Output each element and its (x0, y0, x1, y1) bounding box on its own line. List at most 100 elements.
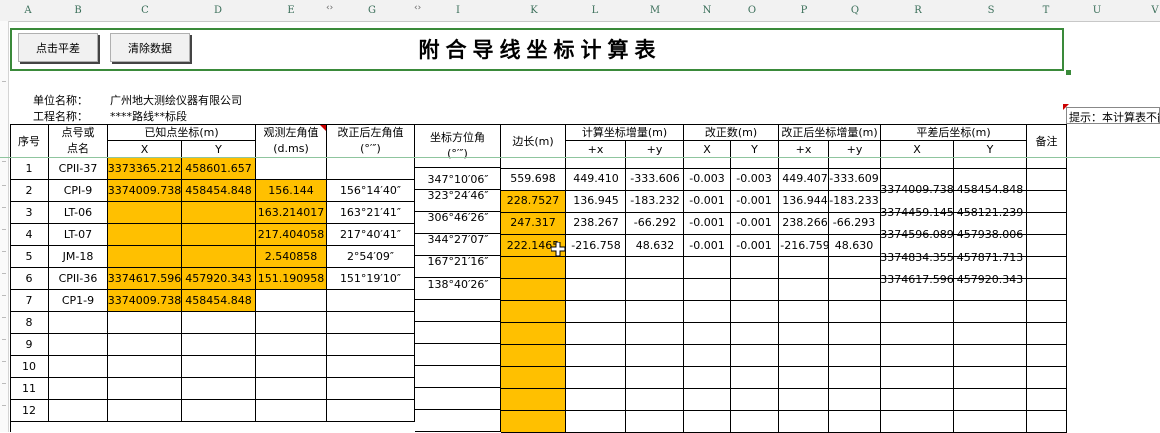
col-header[interactable]: R (914, 5, 922, 16)
known-x-cell[interactable] (108, 400, 182, 422)
final-x-cell[interactable] (881, 345, 954, 367)
point-name-cell[interactable] (49, 334, 108, 356)
final-x-cell[interactable] (881, 411, 954, 433)
note-cell[interactable] (1027, 235, 1067, 257)
observed-angle-cell[interactable]: 2.540858 (256, 246, 327, 268)
adjusted-y-cell[interactable] (829, 301, 881, 323)
final-y-cell[interactable] (954, 345, 1027, 367)
final-y-cell[interactable] (954, 301, 1027, 323)
correction-x-cell[interactable] (684, 323, 731, 345)
correction-y-cell[interactable] (731, 389, 779, 411)
known-y-cell[interactable] (182, 202, 256, 224)
note-cell[interactable] (1027, 257, 1067, 279)
side-length-cell[interactable] (501, 389, 566, 411)
increment-y-cell[interactable] (626, 389, 684, 411)
correction-y-cell[interactable] (731, 323, 779, 345)
note-cell[interactable] (1027, 367, 1067, 389)
azimuth-cell[interactable] (415, 322, 501, 344)
adjusted-x-cell[interactable] (779, 279, 829, 301)
row-number-cell[interactable]: 5 (10, 246, 49, 268)
adjusted-y-cell[interactable] (829, 345, 881, 367)
col-header[interactable]: N (703, 5, 712, 16)
note-cell[interactable] (1027, 389, 1067, 411)
corrected-angle-cell[interactable]: 217°40′41″ (327, 224, 415, 246)
adjusted-x-cell[interactable] (779, 389, 829, 411)
col-header[interactable]: D (214, 5, 222, 16)
row-number-cell[interactable]: 10 (10, 356, 49, 378)
increment-x-cell[interactable] (566, 411, 626, 433)
known-y-cell[interactable]: 458454.848 (182, 290, 256, 312)
final-y-cell[interactable] (954, 367, 1027, 389)
known-x-cell[interactable]: 3373365.212 (108, 158, 182, 180)
note-cell[interactable] (1027, 411, 1067, 433)
increment-y-cell[interactable] (626, 158, 684, 169)
point-name-cell[interactable] (49, 378, 108, 400)
known-y-cell[interactable]: 457920.343 (182, 268, 256, 290)
adjusted-x-cell[interactable] (779, 323, 829, 345)
col-header[interactable]: Q (851, 5, 859, 16)
final-x-cell[interactable] (881, 389, 954, 411)
row-number-cell[interactable]: 11 (10, 378, 49, 400)
row-header-strip[interactable] (0, 21, 9, 432)
azimuth-cell[interactable] (415, 366, 501, 388)
known-x-cell[interactable] (108, 246, 182, 268)
azimuth-cell[interactable] (415, 410, 501, 432)
known-y-cell[interactable] (182, 356, 256, 378)
known-x-cell[interactable] (108, 202, 182, 224)
col-header[interactable]: E (287, 5, 294, 16)
final-x-cell[interactable] (881, 158, 954, 169)
col-header[interactable]: L (592, 5, 599, 16)
correction-x-cell[interactable] (684, 158, 731, 169)
point-name-cell[interactable] (49, 312, 108, 334)
correction-x-cell[interactable] (684, 345, 731, 367)
adjusted-y-cell[interactable] (829, 158, 881, 169)
row-number-cell[interactable]: 3 (10, 202, 49, 224)
correction-x-cell[interactable] (684, 257, 731, 279)
increment-x-cell[interactable] (566, 367, 626, 389)
known-x-cell[interactable]: 3374617.596 (108, 268, 182, 290)
row-number-cell[interactable]: 6 (10, 268, 49, 290)
col-header[interactable]: P (801, 5, 808, 16)
known-x-cell[interactable] (108, 378, 182, 400)
clear-data-button[interactable]: 清除数据 (110, 33, 190, 62)
increment-x-cell[interactable] (566, 301, 626, 323)
known-x-cell[interactable] (108, 312, 182, 334)
observed-angle-cell[interactable] (256, 334, 327, 356)
observed-angle-cell[interactable]: 156.144 (256, 180, 327, 202)
corrected-angle-cell[interactable] (327, 378, 415, 400)
side-length-cell[interactable] (501, 257, 566, 279)
col-header[interactable]: S (988, 5, 995, 16)
note-cell[interactable] (1027, 345, 1067, 367)
side-length-cell[interactable] (501, 301, 566, 323)
final-x-cell[interactable] (881, 301, 954, 323)
known-y-cell[interactable] (182, 312, 256, 334)
corrected-angle-cell[interactable]: 156°14′40″ (327, 180, 415, 202)
corrected-angle-cell[interactable] (327, 334, 415, 356)
known-y-cell[interactable]: 458454.848 (182, 180, 256, 202)
observed-angle-cell[interactable] (256, 400, 327, 422)
corrected-angle-cell[interactable] (327, 290, 415, 312)
col-header[interactable]: C (141, 5, 149, 16)
observed-angle-cell[interactable] (256, 356, 327, 378)
note-cell[interactable] (1027, 301, 1067, 323)
side-length-cell[interactable] (501, 158, 566, 169)
corrected-angle-cell[interactable] (327, 400, 415, 422)
col-header[interactable]: U (1093, 5, 1101, 16)
final-x-cell[interactable] (881, 367, 954, 389)
observed-angle-cell[interactable] (256, 290, 327, 312)
correction-y-cell[interactable] (731, 158, 779, 169)
increment-y-cell[interactable] (626, 279, 684, 301)
adjusted-x-cell[interactable] (779, 158, 829, 169)
hidden-columns-marker[interactable]: ‹› (414, 3, 421, 13)
row-number-cell[interactable]: 2 (10, 180, 49, 202)
known-y-cell[interactable] (182, 246, 256, 268)
point-name-cell[interactable]: CPI-9 (49, 180, 108, 202)
azimuth-cell[interactable] (415, 344, 501, 366)
azimuth-cell[interactable] (415, 388, 501, 410)
known-x-cell[interactable] (108, 356, 182, 378)
col-header[interactable]: I (456, 5, 460, 16)
col-header[interactable]: B (74, 5, 81, 16)
known-x-cell[interactable]: 3374009.738 (108, 180, 182, 202)
note-cell[interactable] (1027, 169, 1067, 191)
side-length-cell[interactable] (501, 411, 566, 433)
